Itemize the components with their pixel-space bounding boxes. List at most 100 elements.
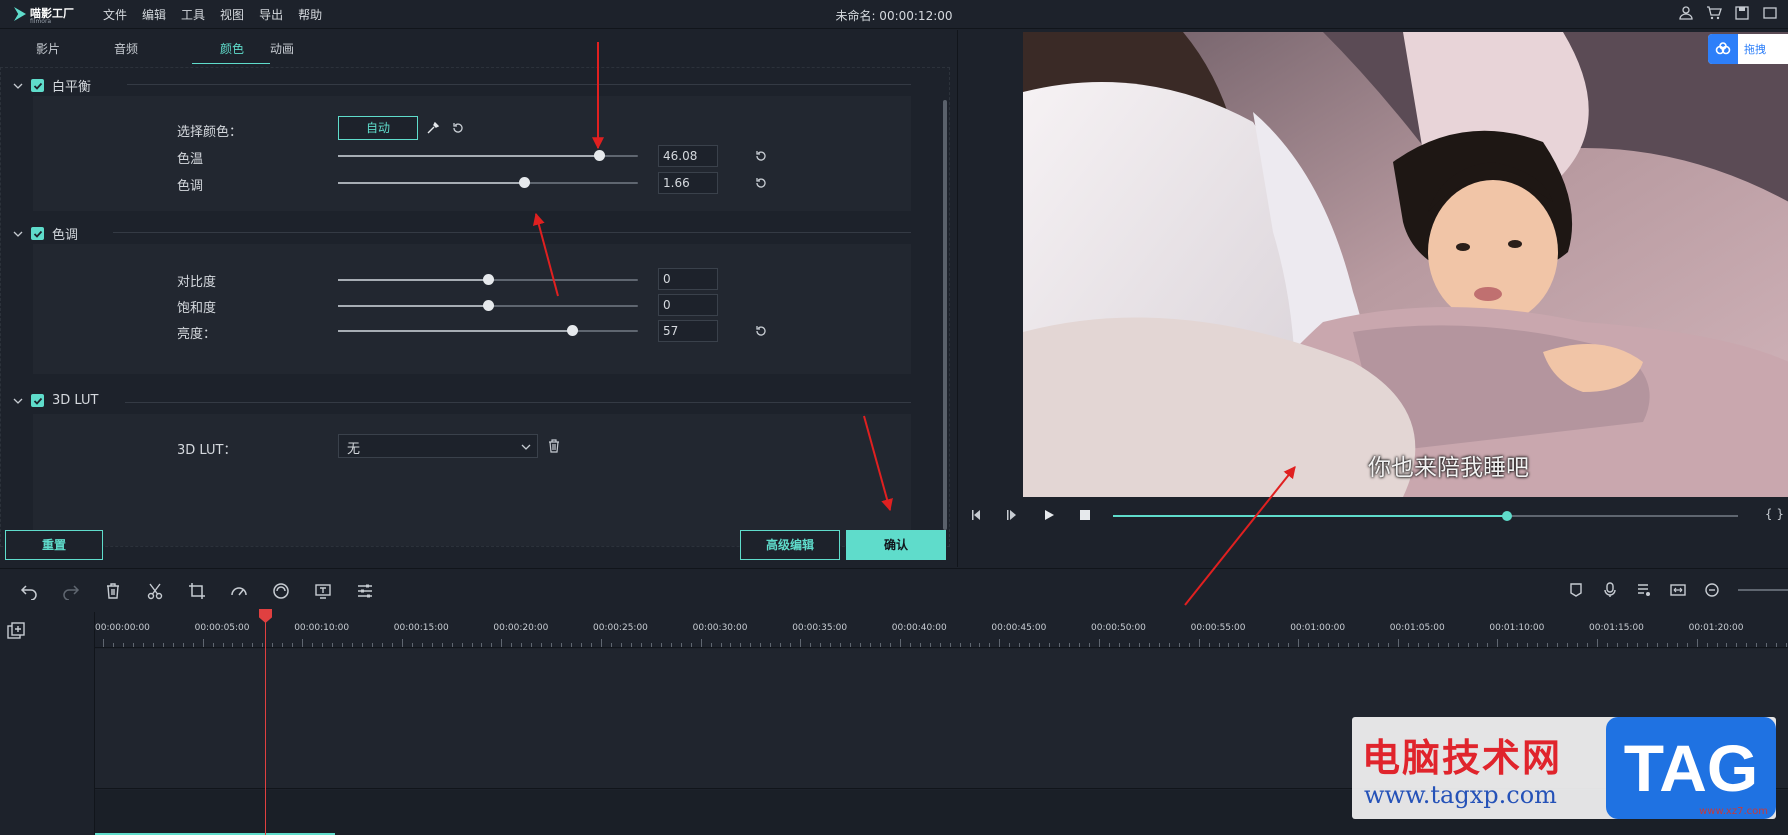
ruler-tick — [1597, 639, 1598, 647]
stop-icon[interactable] — [1078, 508, 1092, 522]
tab-color[interactable]: 颜色 — [192, 40, 270, 64]
speed-icon[interactable] — [230, 582, 248, 600]
white-balance-body: 选择颜色： 自动 色温 46.08 色调 1.66 — [33, 96, 911, 211]
title-bar: 喵影工厂 filmora 文件 编辑 工具 视图 导出 帮助 未命名: 00:0… — [0, 0, 1788, 29]
auto-button[interactable]: 自动 — [338, 116, 418, 140]
ruler-tick — [302, 639, 304, 647]
temperature-slider[interactable] — [338, 150, 638, 161]
ruler-tick — [1397, 639, 1399, 647]
reset-tint-icon[interactable] — [754, 176, 768, 190]
tint-value[interactable]: 1.66 — [658, 172, 718, 194]
tab-audio[interactable]: 音频 — [114, 40, 192, 64]
title-bar-icons — [1678, 5, 1778, 21]
white-balance-checkbox[interactable] — [31, 79, 44, 92]
settings-scrollbar[interactable] — [943, 100, 947, 530]
ruler-tick — [909, 643, 911, 647]
ruler-tick — [381, 643, 383, 647]
progress-knob[interactable] — [1501, 511, 1512, 521]
add-track-icon[interactable] — [7, 622, 25, 640]
tint-slider[interactable] — [338, 177, 638, 188]
select-color-label: 选择颜色： — [177, 125, 243, 140]
ruler-tick — [152, 643, 154, 647]
tab-video[interactable]: 影片 — [36, 40, 114, 64]
slider-knob[interactable] — [567, 325, 578, 336]
eyedropper-icon[interactable] — [426, 121, 440, 135]
advanced-edit-button[interactable]: 高级编辑 — [740, 530, 840, 560]
chevron-down-icon[interactable] — [13, 396, 23, 406]
zoom-out-icon[interactable] — [1704, 582, 1720, 598]
ruler-tick — [770, 643, 772, 647]
ruler-tick — [1587, 643, 1589, 647]
ruler-tick — [1736, 643, 1738, 647]
lut-body: 3D LUT： 无 — [33, 414, 911, 546]
contrast-slider[interactable] — [338, 274, 638, 285]
slider-knob[interactable] — [519, 177, 530, 188]
window-icon[interactable] — [1762, 5, 1778, 21]
temperature-value[interactable]: 46.08 — [658, 145, 718, 167]
ruler-tick — [1019, 643, 1021, 647]
slider-knob[interactable] — [483, 274, 494, 285]
video-subtitle: 你也来陪我睡吧 — [1368, 455, 1529, 481]
timeline-ruler[interactable]: 00:00:00:00 00:00:05:00 00:00:10:00 00:00:1… — [95, 612, 1788, 648]
chevron-down-icon[interactable] — [13, 81, 23, 91]
cloud-drag-widget[interactable]: 拖拽 — [1708, 34, 1788, 64]
lut-select[interactable]: 无 — [338, 434, 538, 458]
reset-brightness-icon[interactable] — [754, 324, 768, 338]
ruler-tick — [1756, 643, 1758, 647]
white-balance-title: 白平衡 — [52, 80, 92, 95]
trash-icon[interactable] — [547, 439, 561, 453]
next-frame-icon[interactable] — [1006, 508, 1020, 522]
playback-progress[interactable] — [1113, 511, 1738, 521]
mark-in-out[interactable]: { } — [1765, 507, 1784, 521]
tone-header[interactable]: 色调 — [13, 224, 78, 243]
ruler-tick — [1577, 643, 1579, 647]
tone-checkbox[interactable] — [31, 227, 44, 240]
slider-knob[interactable] — [483, 300, 494, 311]
saturation-slider[interactable] — [338, 300, 638, 311]
brightness-value[interactable]: 57 — [658, 320, 718, 342]
color-icon[interactable] — [272, 582, 290, 600]
prev-frame-icon[interactable] — [970, 508, 984, 522]
lut-checkbox[interactable] — [31, 394, 44, 407]
redo-icon[interactable] — [62, 582, 80, 600]
temperature-label: 色温 — [177, 152, 204, 167]
brightness-slider[interactable] — [338, 325, 638, 336]
ruler-tick — [292, 643, 294, 647]
marker-icon[interactable] — [1568, 582, 1584, 598]
cut-icon[interactable] — [146, 582, 164, 600]
tone-title: 色调 — [52, 228, 79, 243]
play-icon[interactable] — [1042, 508, 1056, 522]
user-icon[interactable] — [1678, 5, 1694, 21]
check-icon — [33, 397, 42, 405]
adjust-icon[interactable] — [356, 582, 374, 600]
ruler-tick — [680, 643, 682, 647]
zoom-slider[interactable] — [1738, 589, 1788, 591]
chevron-down-icon[interactable] — [13, 229, 23, 239]
subtitle-icon[interactable] — [314, 582, 332, 600]
save-icon[interactable] — [1734, 5, 1750, 21]
delete-icon[interactable] — [104, 582, 122, 600]
undo-icon[interactable] — [20, 582, 38, 600]
divider — [113, 232, 911, 233]
reset-color-icon[interactable] — [451, 121, 465, 135]
microphone-icon[interactable] — [1602, 582, 1618, 598]
reset-temperature-icon[interactable] — [754, 149, 768, 163]
crop-icon[interactable] — [188, 582, 206, 600]
ruler-tick-label: 00:00:25:00 — [593, 623, 648, 633]
saturation-value[interactable]: 0 — [658, 294, 718, 316]
contrast-value[interactable]: 0 — [658, 268, 718, 290]
tab-animation[interactable]: 动画 — [270, 40, 348, 64]
audio-mix-icon[interactable] — [1636, 582, 1652, 598]
cart-icon[interactable] — [1706, 5, 1722, 21]
playhead[interactable] — [265, 612, 266, 835]
ruler-tick — [262, 643, 264, 647]
ruler-tick — [112, 643, 114, 647]
video-preview[interactable]: 你也来陪我睡吧 — [1023, 32, 1788, 497]
white-balance-header[interactable]: 白平衡 — [13, 76, 91, 95]
ruler-tick — [710, 643, 712, 647]
lut-header[interactable]: 3D LUT — [13, 393, 98, 408]
fit-icon[interactable] — [1670, 582, 1686, 598]
slider-knob[interactable] — [594, 150, 605, 161]
confirm-button[interactable]: 确认 — [846, 530, 946, 560]
reset-button[interactable]: 重置 — [5, 530, 103, 560]
